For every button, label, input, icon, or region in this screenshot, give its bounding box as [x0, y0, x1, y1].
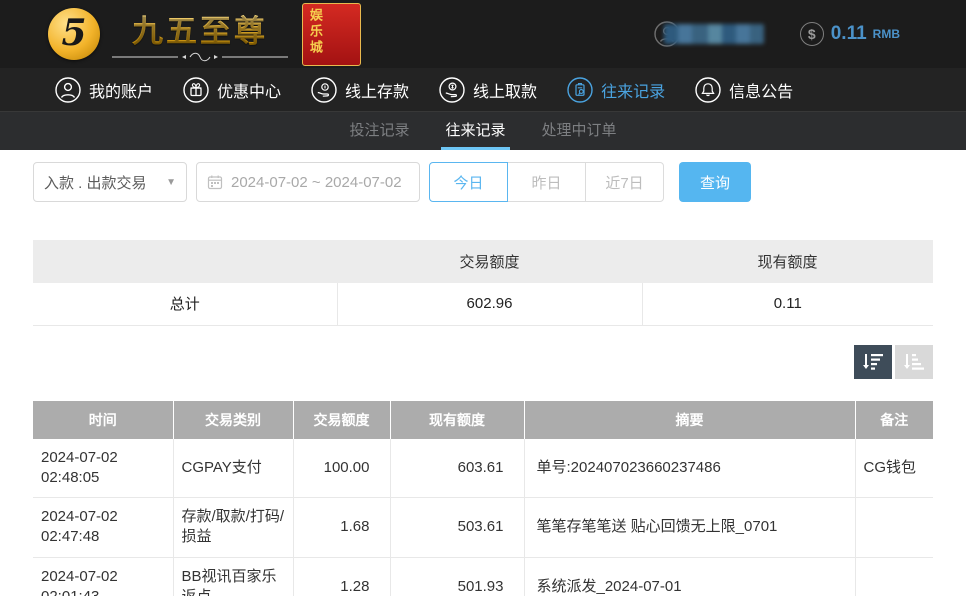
- summary-total-row: 总计 602.96 0.11: [33, 283, 933, 326]
- search-button[interactable]: 查询: [679, 162, 751, 202]
- type-cell: CGPAY支付: [173, 438, 294, 498]
- nav-label: 优惠中心: [217, 83, 282, 101]
- remark-cell: [855, 557, 933, 596]
- remark-cell: [855, 497, 933, 558]
- censored-username: [663, 24, 764, 44]
- remark-cell: CG钱包: [855, 438, 933, 498]
- summary-cell: 单号:202407023660237486: [524, 438, 856, 498]
- summary-current-balance: 0.11: [642, 283, 933, 326]
- nav-item-announcements[interactable]: 信息公告: [695, 76, 794, 103]
- site-title: 九五至尊: [132, 6, 268, 51]
- col-header-transaction-amount: 交易额度: [293, 400, 391, 439]
- balance-currency: RMB: [872, 27, 900, 41]
- records-icon: [567, 76, 593, 103]
- nav-label: 信息公告: [729, 83, 794, 101]
- withdraw-icon: [439, 76, 465, 103]
- sort-ascending-button[interactable]: [895, 344, 933, 379]
- amount-cell: 1.28: [293, 557, 391, 596]
- col-header-time: 时间: [33, 400, 174, 439]
- amount-cell: 100.00: [293, 438, 391, 498]
- amount-cell: 1.68: [293, 497, 391, 558]
- tab-transaction-records[interactable]: 往来记录: [441, 112, 510, 150]
- balance-display: $ 0.11 RMB: [799, 22, 900, 46]
- summary-header-current-balance: 现有额度: [642, 240, 933, 283]
- balance-amount: 0.11: [830, 23, 867, 44]
- today-button[interactable]: 今日: [429, 162, 508, 202]
- date-range-input[interactable]: 2024-07-02 ~ 2024-07-02: [196, 162, 420, 202]
- deposit-icon: [311, 76, 337, 103]
- sub-navigation: 投注记录 往来记录 处理中订单: [0, 112, 966, 150]
- flourish-ornament: [112, 52, 288, 62]
- site-logo[interactable]: 5 九五至尊 娱乐城: [48, 2, 361, 66]
- calendar-icon: [207, 175, 223, 190]
- select-value: 入款 . 出款交易: [44, 174, 147, 192]
- main-content: 入款 . 出款交易 ▼ 2024-07-02 ~ 2024-07-02 今日 昨…: [0, 162, 966, 596]
- quick-date-group: 今日 昨日 近7日: [429, 162, 664, 202]
- summary-header-row: 交易额度 现有额度: [33, 240, 933, 283]
- summary-cell: 笔笔存笔笔送 贴心回馈无上限_0701: [524, 497, 856, 558]
- records-header-row: 时间 交易类别 交易额度 现有额度 摘要 备注: [33, 400, 933, 439]
- balance-cell: 503.61: [390, 497, 525, 558]
- nav-item-promotions[interactable]: 优惠中心: [183, 76, 282, 103]
- col-header-type: 交易类别: [173, 400, 294, 439]
- logo-circle-icon: 5: [48, 8, 100, 60]
- tab-betting-records[interactable]: 投注记录: [345, 112, 413, 150]
- bell-icon: [695, 76, 721, 103]
- type-cell: 存款/取款/打码/损益: [173, 497, 294, 558]
- date-range-value: 2024-07-02 ~ 2024-07-02: [231, 173, 402, 191]
- dollar-icon: $: [799, 22, 824, 46]
- gift-icon: [183, 76, 209, 103]
- sort-descending-button[interactable]: [854, 344, 892, 379]
- main-navigation: 我的账户 优惠中心 线上存款 线上取款 往来记录 信息公告: [0, 68, 966, 112]
- summary-total-label: 总计: [33, 283, 338, 326]
- sort-ascending-icon: [904, 353, 924, 370]
- time-cell: 2024-07-02 02:01:43: [33, 557, 174, 596]
- tab-pending-orders[interactable]: 处理中订单: [538, 112, 621, 150]
- transaction-type-select[interactable]: 入款 . 出款交易 ▼: [33, 162, 187, 202]
- col-header-current-balance: 现有额度: [390, 400, 525, 439]
- top-header: 5 九五至尊 娱乐城 $ 0.11 RMB: [0, 0, 966, 68]
- sort-descending-icon: [863, 353, 883, 370]
- chevron-down-icon: ▼: [166, 176, 176, 188]
- filter-bar: 入款 . 出款交易 ▼ 2024-07-02 ~ 2024-07-02 今日 昨…: [33, 162, 933, 202]
- table-row: 2024-07-02 02:47:48 存款/取款/打码/损益 1.68 503…: [33, 497, 933, 558]
- nav-label: 往来记录: [601, 83, 666, 101]
- user-icon: [55, 76, 81, 103]
- time-cell: 2024-07-02 02:47:48: [33, 497, 174, 558]
- table-row: 2024-07-02 02:48:05 CGPAY支付 100.00 603.6…: [33, 438, 933, 498]
- yesterday-button[interactable]: 昨日: [507, 162, 586, 202]
- time-cell: 2024-07-02 02:48:05: [33, 438, 174, 498]
- nav-label: 线上存款: [345, 83, 410, 101]
- nav-item-transaction-records[interactable]: 往来记录: [567, 76, 666, 103]
- nav-item-withdraw[interactable]: 线上取款: [439, 76, 538, 103]
- summary-header-transaction-amount: 交易额度: [337, 240, 642, 283]
- summary-transaction-amount: 602.96: [337, 283, 643, 326]
- account-area: $ 0.11 RMB: [654, 20, 900, 48]
- records-table: 时间 交易类别 交易额度 现有额度 摘要 备注 2024-07-02 02:48…: [33, 400, 933, 596]
- nav-item-my-account[interactable]: 我的账户: [55, 76, 154, 103]
- col-header-remark: 备注: [855, 400, 933, 439]
- balance-cell: 603.61: [390, 438, 525, 498]
- logo-glyph: 5: [61, 12, 87, 54]
- summary-table: 交易额度 现有额度 总计 602.96 0.11: [33, 240, 933, 326]
- nav-label: 线上取款: [473, 83, 538, 101]
- nav-item-deposit[interactable]: 线上存款: [311, 76, 410, 103]
- last7days-button[interactable]: 近7日: [585, 162, 664, 202]
- nav-label: 我的账户: [89, 83, 154, 101]
- table-row: 2024-07-02 02:01:43 BB视讯百家乐返点 1.28 501.9…: [33, 557, 933, 596]
- summary-cell: 系统派发_2024-07-01: [524, 557, 856, 596]
- col-header-summary: 摘要: [524, 400, 856, 439]
- balance-cell: 501.93: [390, 557, 525, 596]
- sort-controls: [33, 344, 933, 379]
- type-cell: BB视讯百家乐返点: [173, 557, 294, 596]
- logo-badge: 娱乐城: [302, 2, 361, 66]
- summary-header-empty: [33, 240, 337, 283]
